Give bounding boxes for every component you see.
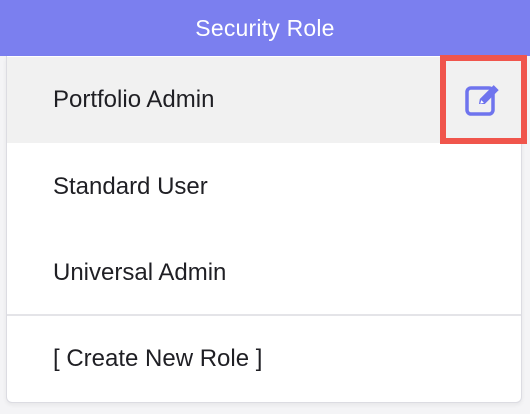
role-option-universal-admin[interactable]: Universal Admin: [7, 230, 521, 316]
dropdown-title: Security Role: [195, 14, 335, 41]
security-role-dropdown: Security Role Portfolio Admin Standard U…: [0, 0, 530, 414]
edit-icon: [464, 84, 499, 116]
role-option-label: Standard User: [53, 173, 208, 200]
create-new-role-button[interactable]: [ Create New Role ]: [7, 316, 521, 402]
role-option-standard-user[interactable]: Standard User: [7, 144, 521, 230]
create-new-role-label: [ Create New Role ]: [53, 345, 263, 372]
role-option-label: Universal Admin: [53, 259, 227, 286]
dropdown-header: Security Role: [0, 0, 530, 56]
edit-role-button[interactable]: [440, 55, 527, 144]
role-option-label: Portfolio Admin: [53, 86, 215, 113]
